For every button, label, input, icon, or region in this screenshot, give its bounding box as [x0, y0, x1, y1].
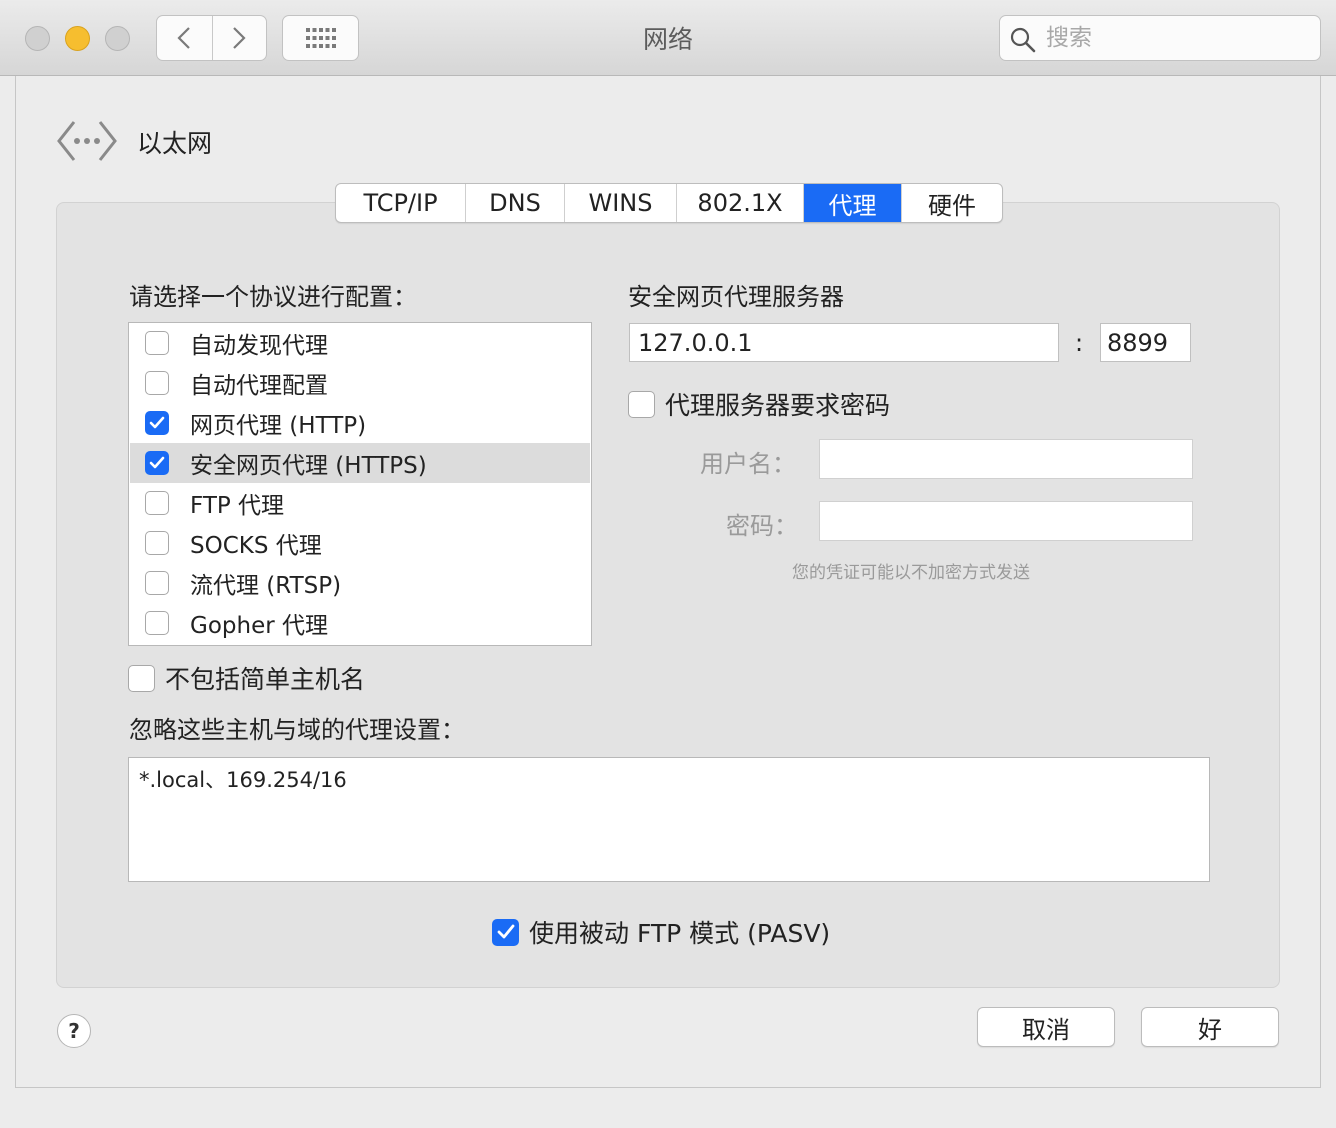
- network-preferences-window: 网络 以太网 TCP/IP DNS WINS 802.1X 代理 硬件 请选择一…: [0, 0, 1336, 1128]
- protocol-checkbox[interactable]: [145, 371, 169, 395]
- search-icon: [1010, 27, 1036, 53]
- ethernet-icon: [57, 121, 117, 161]
- tab-8021x[interactable]: 802.1X: [677, 184, 804, 222]
- password-input[interactable]: [820, 502, 1192, 540]
- bypass-list-field[interactable]: *.local、169.254/16: [128, 757, 1210, 882]
- minimize-window-button[interactable]: [65, 26, 90, 51]
- grid-icon: [305, 28, 336, 48]
- protocol-list-heading: 请选择一个协议进行配置：: [129, 283, 417, 311]
- protocol-list: 自动发现代理 自动代理配置 网页代理 (HTTP) 安全网页代理 (HTTPS)…: [128, 322, 592, 646]
- protocol-label: 自动代理配置: [190, 373, 328, 399]
- protocol-label: 流代理 (RTSP): [190, 573, 342, 599]
- protocol-checkbox[interactable]: [145, 571, 169, 595]
- username-input[interactable]: [820, 440, 1192, 478]
- requires-password-checkbox[interactable]: [628, 390, 655, 418]
- protocol-checkbox[interactable]: [145, 611, 169, 635]
- title-bar: 网络: [0, 0, 1336, 76]
- password-field[interactable]: [819, 501, 1193, 541]
- passive-ftp-label: 使用被动 FTP 模式 (PASV): [529, 919, 831, 948]
- help-button[interactable]: ?: [57, 1014, 91, 1048]
- protocol-item-selected[interactable]: 安全网页代理 (HTTPS): [130, 443, 590, 483]
- protocol-item[interactable]: Gopher 代理: [130, 603, 590, 643]
- requires-password-option[interactable]: 代理服务器要求密码: [628, 386, 890, 422]
- exclude-simple-hostnames-option[interactable]: 不包括简单主机名: [128, 660, 365, 696]
- tab-hardware[interactable]: 硬件: [902, 184, 1002, 222]
- host-port-separator: :: [1075, 329, 1084, 357]
- protocol-checkbox[interactable]: [145, 531, 169, 555]
- password-label: 密码：: [726, 512, 798, 540]
- protocol-label: SOCKS 代理: [190, 533, 322, 559]
- protocol-checkbox[interactable]: [145, 491, 169, 515]
- protocol-label: 自动发现代理: [190, 333, 328, 359]
- proxy-port-input[interactable]: [1101, 324, 1190, 361]
- protocol-checkbox[interactable]: [145, 411, 169, 435]
- credentials-notice: 您的凭证可能以不加密方式发送: [792, 563, 1030, 583]
- settings-tabs: TCP/IP DNS WINS 802.1X 代理 硬件: [335, 183, 1003, 223]
- ok-button[interactable]: 好: [1141, 1007, 1279, 1047]
- tab-tcpip[interactable]: TCP/IP: [336, 184, 466, 222]
- protocol-item[interactable]: 自动代理配置: [130, 363, 590, 403]
- cancel-button[interactable]: 取消: [977, 1007, 1115, 1047]
- checkmark-icon: [497, 924, 514, 939]
- search-field[interactable]: [999, 15, 1321, 61]
- protocol-label: 安全网页代理 (HTTPS): [190, 453, 427, 479]
- protocol-label: 网页代理 (HTTP): [190, 413, 367, 439]
- chevron-left-icon: [177, 27, 191, 49]
- protocol-item[interactable]: 自动发现代理: [130, 323, 590, 363]
- proxy-host-input[interactable]: [630, 324, 1058, 361]
- protocol-checkbox[interactable]: [145, 331, 169, 355]
- proxy-port-field[interactable]: [1100, 323, 1191, 362]
- passive-ftp-option[interactable]: 使用被动 FTP 模式 (PASV): [492, 914, 830, 950]
- protocol-label: Gopher 代理: [190, 613, 328, 639]
- forward-button[interactable]: [211, 16, 267, 60]
- protocol-item[interactable]: 流代理 (RTSP): [130, 563, 590, 603]
- protocol-label: FTP 代理: [190, 493, 285, 519]
- tab-proxies[interactable]: 代理: [804, 184, 902, 222]
- username-label: 用户名：: [700, 450, 796, 478]
- back-button[interactable]: [157, 16, 212, 60]
- passive-ftp-checkbox[interactable]: [492, 918, 519, 946]
- show-all-button[interactable]: [282, 15, 359, 61]
- checkmark-icon: [149, 456, 165, 469]
- tab-wins[interactable]: WINS: [565, 184, 677, 222]
- username-field[interactable]: [819, 439, 1193, 479]
- exclude-simple-hostnames-label: 不包括简单主机名: [165, 665, 366, 694]
- close-window-button[interactable]: [25, 26, 50, 51]
- exclude-simple-hostnames-checkbox[interactable]: [128, 664, 155, 692]
- protocol-item[interactable]: 网页代理 (HTTP): [130, 403, 590, 443]
- proxy-server-heading: 安全网页代理服务器: [628, 283, 844, 311]
- zoom-window-button[interactable]: [105, 26, 130, 51]
- bypass-list-input[interactable]: *.local、169.254/16: [129, 758, 1209, 881]
- proxy-host-field[interactable]: [629, 323, 1059, 362]
- navigation-buttons: [156, 15, 267, 61]
- search-input[interactable]: [1046, 22, 1306, 54]
- protocol-item[interactable]: SOCKS 代理: [130, 523, 590, 563]
- interface-name: 以太网: [137, 129, 213, 158]
- protocol-item[interactable]: FTP 代理: [130, 483, 590, 523]
- protocol-checkbox[interactable]: [145, 451, 169, 475]
- checkmark-icon: [149, 416, 165, 429]
- bypass-heading: 忽略这些主机与域的代理设置：: [129, 716, 465, 744]
- requires-password-label: 代理服务器要求密码: [665, 391, 891, 420]
- network-interface-back[interactable]: [56, 118, 118, 168]
- chevron-right-icon: [233, 27, 246, 49]
- tab-dns[interactable]: DNS: [466, 184, 565, 222]
- window-title: 网络: [642, 25, 693, 54]
